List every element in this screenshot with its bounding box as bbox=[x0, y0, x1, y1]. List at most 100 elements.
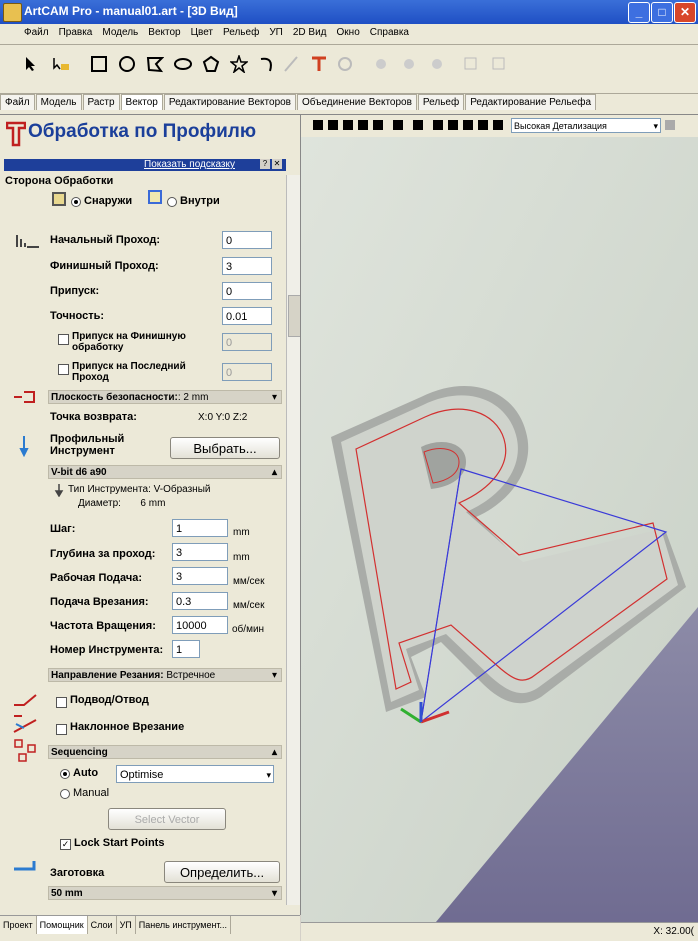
close-icon[interactable]: ✕ bbox=[272, 159, 282, 169]
tab-toolpaths[interactable]: УП bbox=[117, 916, 136, 934]
menu-2dview[interactable]: 2D Вид bbox=[288, 24, 332, 41]
tab-raster[interactable]: Растр bbox=[82, 94, 120, 110]
tab-model[interactable]: Модель bbox=[35, 94, 82, 110]
menu-edit[interactable]: Правка bbox=[54, 24, 98, 41]
mirror-icon[interactable] bbox=[426, 53, 448, 75]
rotate-icon[interactable] bbox=[398, 53, 420, 75]
view-front-icon[interactable] bbox=[343, 120, 353, 130]
bezier-icon[interactable] bbox=[280, 53, 302, 75]
view-back-icon[interactable] bbox=[358, 120, 368, 130]
render-icon[interactable] bbox=[665, 120, 675, 130]
star-icon[interactable] bbox=[228, 53, 250, 75]
tab-toolbox[interactable]: Панель инструмент... bbox=[136, 916, 232, 934]
copy-icon[interactable] bbox=[460, 53, 482, 75]
polyline-icon[interactable] bbox=[144, 53, 166, 75]
auto-radio[interactable] bbox=[60, 769, 70, 779]
tab-project[interactable]: Проект bbox=[0, 916, 37, 934]
circle-icon[interactable] bbox=[116, 53, 138, 75]
3d-viewport[interactable] bbox=[301, 137, 698, 940]
tab-file[interactable]: Файл bbox=[0, 94, 35, 110]
detail-select[interactable]: Высокая Детализация ▾ bbox=[511, 118, 661, 133]
safe-z-section[interactable]: Плоскость безопасности:: 2 mm ▾ bbox=[48, 390, 282, 404]
toolnum-input[interactable]: 1 bbox=[172, 640, 200, 658]
menu-window[interactable]: Окно bbox=[332, 24, 365, 41]
allowance-input[interactable]: 0 bbox=[222, 282, 272, 300]
help-icon[interactable]: ? bbox=[260, 159, 270, 169]
define-stock-button[interactable]: Определить... bbox=[164, 861, 280, 883]
view-top-icon[interactable] bbox=[328, 120, 338, 130]
step-input[interactable]: 1 bbox=[172, 519, 228, 537]
manual-radio[interactable] bbox=[60, 789, 70, 799]
gear-icon[interactable] bbox=[334, 53, 356, 75]
menu-relief[interactable]: Рельеф bbox=[218, 24, 264, 41]
show-hint-link[interactable]: Показать подсказку bbox=[144, 159, 235, 170]
tool-name-bar[interactable]: V-bit d6 a90 ▴ bbox=[48, 465, 282, 479]
feed-input[interactable]: 3 bbox=[172, 567, 228, 585]
menu-file[interactable]: Файл bbox=[0, 24, 54, 41]
chevron-down-icon[interactable]: ▾ bbox=[272, 669, 277, 683]
panel-scrollbar[interactable] bbox=[286, 175, 300, 905]
tab-vector-edit[interactable]: Редактирование Векторов bbox=[163, 94, 296, 110]
finish-allowance-input[interactable]: 0 bbox=[222, 333, 272, 351]
menu-toolpath[interactable]: УП bbox=[264, 24, 288, 41]
finish-allowance-checkbox[interactable] bbox=[58, 334, 69, 345]
last-pass-input[interactable]: 0 bbox=[222, 363, 272, 381]
maximize-button[interactable]: □ bbox=[651, 2, 673, 23]
text-tool-icon[interactable] bbox=[308, 53, 330, 75]
plunge-input[interactable]: 0.3 bbox=[172, 592, 228, 610]
ellipse-icon[interactable] bbox=[172, 53, 194, 75]
spindle-input[interactable]: 10000 bbox=[172, 616, 228, 634]
view-right-icon[interactable] bbox=[393, 120, 403, 130]
menu-help[interactable]: Справка bbox=[365, 24, 414, 41]
tab-vector-combine[interactable]: Объединение Векторов bbox=[297, 94, 417, 110]
tab-assistant[interactable]: Помощник bbox=[36, 916, 88, 934]
minimize-button[interactable]: _ bbox=[628, 2, 650, 23]
chevron-down-icon[interactable]: ▾ bbox=[653, 119, 658, 134]
close-button[interactable]: ✕ bbox=[674, 2, 696, 23]
lead-in-checkbox[interactable] bbox=[56, 697, 67, 708]
select-arrow-icon[interactable] bbox=[20, 53, 42, 75]
chevron-up-icon[interactable]: ▴ bbox=[272, 466, 277, 480]
last-pass-checkbox[interactable] bbox=[58, 364, 69, 375]
ramp-checkbox[interactable] bbox=[56, 724, 67, 735]
zoom-box-icon[interactable] bbox=[478, 120, 488, 130]
tab-relief[interactable]: Рельеф bbox=[417, 94, 465, 110]
zoom-fit-icon[interactable] bbox=[463, 120, 473, 130]
lock-start-checkbox[interactable]: ✓ bbox=[60, 839, 71, 850]
start-pass-input[interactable]: 0 bbox=[222, 231, 272, 249]
tolerance-input[interactable]: 0.01 bbox=[222, 307, 272, 325]
node-edit-icon[interactable] bbox=[50, 53, 72, 75]
tab-vector[interactable]: Вектор bbox=[120, 94, 163, 110]
zoom-out-icon[interactable] bbox=[448, 120, 458, 130]
view-bottom-icon[interactable] bbox=[413, 120, 423, 130]
3d-view[interactable]: Высокая Детализация ▾ bbox=[301, 115, 698, 940]
select-vector-button[interactable]: Select Vector bbox=[108, 808, 226, 830]
transform-icon[interactable] bbox=[370, 53, 392, 75]
select-tool-button[interactable]: Выбрать... bbox=[170, 437, 280, 459]
rectangle-icon[interactable] bbox=[88, 53, 110, 75]
chevron-down-icon[interactable]: ▾ bbox=[266, 766, 271, 784]
view-left-icon[interactable] bbox=[373, 120, 383, 130]
chevron-up-icon[interactable]: ▴ bbox=[272, 746, 277, 760]
chevron-down-icon[interactable]: ▾ bbox=[272, 391, 277, 405]
menu-model[interactable]: Модель bbox=[97, 24, 143, 41]
inside-radio[interactable] bbox=[167, 197, 177, 207]
menu-vector[interactable]: Вектор bbox=[143, 24, 185, 41]
arc-icon[interactable] bbox=[256, 53, 278, 75]
pan-icon[interactable] bbox=[493, 120, 503, 130]
zoom-in-icon[interactable] bbox=[433, 120, 443, 130]
cut-direction-section[interactable]: Направление Резания: Встречное ▾ bbox=[48, 668, 282, 682]
stock-thickness[interactable]: 50 mm ▾ bbox=[48, 886, 282, 900]
scroll-thumb[interactable] bbox=[288, 295, 300, 337]
view-iso-icon[interactable] bbox=[313, 120, 323, 130]
chevron-down-icon[interactable]: ▾ bbox=[272, 887, 277, 901]
finish-pass-input[interactable]: 3 bbox=[222, 257, 272, 275]
paste-icon[interactable] bbox=[488, 53, 510, 75]
outside-radio[interactable] bbox=[71, 197, 81, 207]
menu-color[interactable]: Цвет bbox=[186, 24, 218, 41]
depth-input[interactable]: 3 bbox=[172, 543, 228, 561]
sequencing-section[interactable]: Sequencing ▴ bbox=[48, 745, 282, 759]
polygon-icon[interactable] bbox=[200, 53, 222, 75]
tab-relief-edit[interactable]: Редактирование Рельефа bbox=[465, 94, 597, 110]
tab-layers[interactable]: Слои bbox=[88, 916, 117, 934]
